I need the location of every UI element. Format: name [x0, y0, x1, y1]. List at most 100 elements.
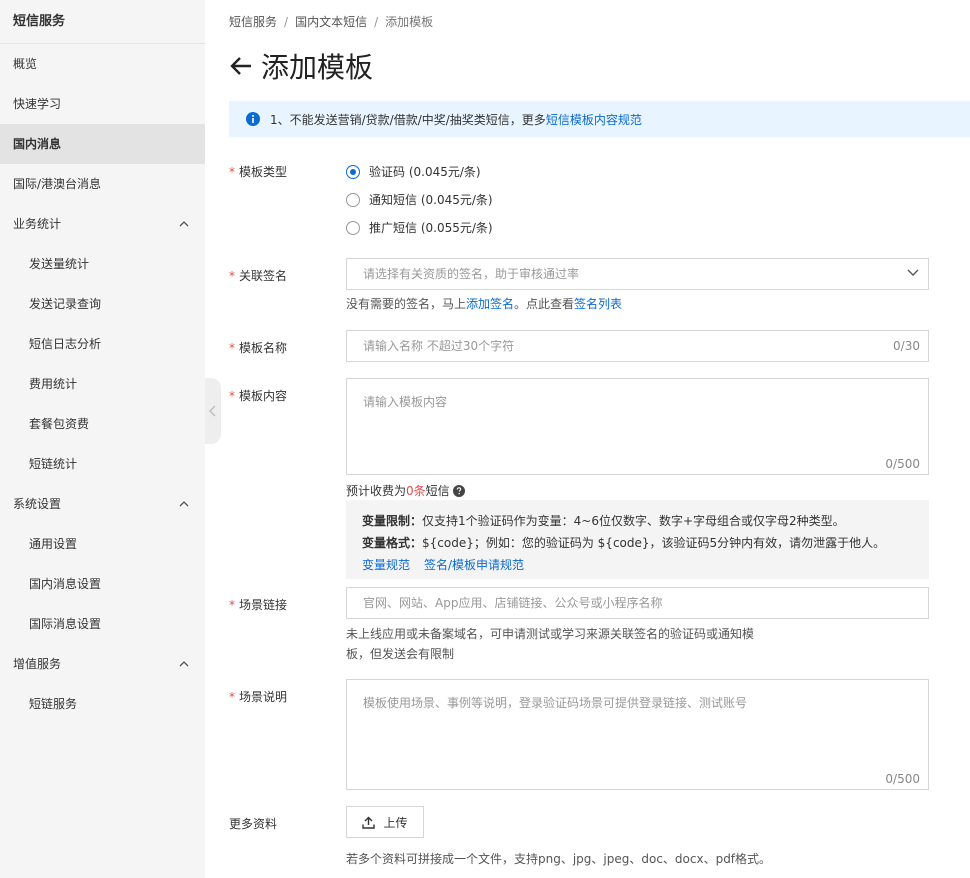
- signature-help: 没有需要的签名，马上添加签名。点此查看签名列表: [346, 294, 622, 314]
- help-text: 没有需要的签名，马上: [346, 297, 467, 311]
- required-mark: *: [229, 341, 235, 355]
- sidebar-item-quick-learn[interactable]: 快速学习: [0, 84, 205, 124]
- template-name-label: * 模板名称: [229, 339, 287, 356]
- variable-rules-box: 变量限制：仅支持1个验证码作为变量：4~6位仅数字、数字+字母组合或仅字母2种类…: [346, 500, 929, 579]
- breadcrumb-item-sms-service[interactable]: 短信服务: [229, 15, 277, 29]
- sidebar-item-general-settings[interactable]: 通用设置: [0, 524, 205, 564]
- notice-banner: 1、不能发送营销/贷款/借款/中奖/抽奖类短信，更多 短信模板内容规范: [229, 101, 970, 137]
- variable-format-text: ${code}；例如：您的验证码为 ${code}，该验证码5分钟内有效，请勿泄…: [422, 536, 886, 550]
- help-line: 未上线应用或未备案域名，可申请测试或学习来源关联签名的验证码或通知模: [346, 627, 755, 641]
- variable-limit-text: 仅支持1个验证码作为变量：4~6位仅数字、数字+字母组合或仅字母2种类型。: [422, 514, 845, 528]
- sidebar-item-send-records[interactable]: 发送记录查询: [0, 284, 205, 324]
- scene-link-help: 未上线应用或未备案域名，可申请测试或学习来源关联签名的验证码或通知模 板，但发送…: [346, 624, 754, 664]
- sidebar-group-value-added[interactable]: 增值服务: [0, 644, 205, 684]
- template-name-counter: 0/30: [893, 339, 920, 353]
- sidebar-item-short-link-stats[interactable]: 短链统计: [0, 444, 205, 484]
- sidebar-item-international[interactable]: 国际/港澳台消息: [0, 164, 205, 204]
- cost-estimate: 预计收费为 0条 短信: [346, 482, 465, 499]
- cost-suffix: 短信: [425, 484, 450, 498]
- radio-button[interactable]: [346, 192, 360, 207]
- more-materials-help: 若多个资料可拼接成一个文件，支持png、jpg、jpeg、doc、docx、pd…: [346, 852, 772, 866]
- signature-list-link[interactable]: 签名列表: [574, 297, 622, 311]
- help-line: 板，但发送会有限制: [346, 647, 455, 661]
- sidebar-item-cost-stats[interactable]: 费用统计: [0, 364, 205, 404]
- question-icon[interactable]: [452, 484, 465, 497]
- template-content-placeholder: 请输入模板内容: [363, 395, 448, 409]
- page-title: 添加模板: [261, 51, 374, 84]
- required-mark: *: [229, 389, 235, 403]
- breadcrumb-separator: /: [374, 15, 379, 29]
- sidebar-item-international-settings[interactable]: 国际消息设置: [0, 604, 205, 644]
- sidebar-item-domestic-settings[interactable]: 国内消息设置: [0, 564, 205, 604]
- chevron-down-icon: [907, 269, 919, 276]
- sidebar-item-log-analysis[interactable]: 短信日志分析: [0, 324, 205, 364]
- scene-desc-textarea[interactable]: 模板使用场景、事例等说明，登录验证码场景可提供登录链接、测试账号 0/500: [346, 679, 929, 790]
- breadcrumb-item-current: 添加模板: [385, 15, 434, 29]
- chevron-up-icon: [179, 221, 189, 227]
- template-name-input[interactable]: 请输入名称 不超过30个字符 0/30: [346, 330, 929, 362]
- sidebar-item-send-stats[interactable]: 发送量统计: [0, 244, 205, 284]
- variable-limit-label: 变量限制：: [362, 514, 423, 528]
- variable-format: 变量格式：${code}；例如：您的验证码为 ${code}，该验证码5分钟内有…: [362, 532, 913, 554]
- radio-option-notification[interactable]: 通知短信 (0.045元/条): [346, 191, 493, 208]
- sidebar-group-business-stats[interactable]: 业务统计: [0, 204, 205, 244]
- scene-desc-counter: 0/500: [885, 772, 920, 786]
- variable-format-label: 变量格式：: [362, 536, 423, 550]
- variable-limit: 变量限制：仅支持1个验证码作为变量：4~6位仅数字、数字+字母组合或仅字母2种类…: [362, 510, 913, 532]
- field-label: 模板名称: [239, 341, 288, 355]
- radio-button[interactable]: [346, 220, 360, 235]
- add-signature-link[interactable]: 添加签名: [466, 297, 514, 311]
- more-materials-label: 更多资料: [229, 817, 278, 831]
- radio-label: 验证码 (0.045元/条): [369, 165, 481, 179]
- sidebar: 短信服务 概览 快速学习 国内消息 国际/港澳台消息 业务统计 发送量统计 发送…: [0, 0, 205, 878]
- scene-desc-label: * 场景说明: [229, 688, 287, 705]
- sidebar-group-label: 业务统计: [13, 217, 62, 231]
- scene-desc-placeholder: 模板使用场景、事例等说明，登录验证码场景可提供登录链接、测试账号: [363, 696, 748, 710]
- cost-count: 0条: [406, 484, 426, 498]
- upload-button[interactable]: 上传: [346, 806, 424, 838]
- sidebar-collapse-handle[interactable]: [205, 378, 221, 444]
- variable-links: 变量规范 签名/模板申请规范: [362, 554, 913, 576]
- required-mark: *: [229, 690, 235, 704]
- template-content-counter: 0/500: [885, 457, 920, 471]
- field-label: 模板内容: [239, 389, 288, 403]
- radio-option-verification[interactable]: 验证码 (0.045元/条): [346, 163, 481, 180]
- sidebar-item-short-link-service[interactable]: 短链服务: [0, 684, 205, 724]
- signature-select-placeholder: 请选择有关资质的签名，助于审核通过率: [363, 267, 580, 281]
- chevron-up-icon: [179, 501, 189, 507]
- chevron-left-icon: [209, 405, 216, 417]
- field-label: 场景链接: [239, 598, 288, 612]
- variable-spec-link[interactable]: 变量规范: [362, 558, 410, 572]
- help-text: 。点此查看: [514, 297, 575, 311]
- signature-label: * 关联签名: [229, 267, 287, 284]
- signature-select[interactable]: 请选择有关资质的签名，助于审核通过率: [346, 258, 929, 290]
- breadcrumb-item-domestic-text[interactable]: 国内文本短信: [295, 15, 367, 29]
- notice-text: 1、不能发送营销/贷款/借款/中奖/抽奖类短信，更多: [270, 112, 546, 127]
- required-mark: *: [229, 165, 235, 179]
- sidebar-title: 短信服务: [0, 0, 205, 44]
- cost-prefix: 预计收费为: [346, 484, 407, 498]
- breadcrumb: 短信服务 / 国内文本短信 / 添加模板: [229, 13, 433, 30]
- radio-button-checked[interactable]: [346, 164, 360, 179]
- back-arrow-icon[interactable]: [229, 56, 253, 76]
- field-label: 关联签名: [239, 269, 288, 283]
- info-icon: [246, 112, 260, 126]
- scene-link-input[interactable]: 官网、网站、App应用、店铺链接、公众号或小程序名称: [346, 587, 929, 619]
- radio-label: 推广短信 (0.055元/条): [369, 221, 493, 235]
- template-type-label: * 模板类型: [229, 163, 287, 180]
- radio-option-promotion[interactable]: 推广短信 (0.055元/条): [346, 219, 493, 236]
- scene-link-label: * 场景链接: [229, 596, 287, 613]
- sidebar-group-system-settings[interactable]: 系统设置: [0, 484, 205, 524]
- upload-label: 上传: [383, 815, 408, 830]
- template-content-textarea[interactable]: 请输入模板内容 0/500: [346, 378, 929, 475]
- chevron-up-icon: [179, 661, 189, 667]
- scene-link-placeholder: 官网、网站、App应用、店铺链接、公众号或小程序名称: [363, 596, 663, 610]
- sidebar-item-domestic[interactable]: 国内消息: [0, 124, 205, 164]
- field-label: 场景说明: [239, 690, 288, 704]
- application-spec-link[interactable]: 签名/模板申请规范: [424, 558, 524, 572]
- sidebar-group-label: 系统设置: [13, 497, 62, 511]
- notice-link[interactable]: 短信模板内容规范: [546, 111, 642, 128]
- sidebar-item-overview[interactable]: 概览: [0, 44, 205, 84]
- sidebar-group-label: 增值服务: [13, 657, 62, 671]
- sidebar-item-packages[interactable]: 套餐包资费: [0, 404, 205, 444]
